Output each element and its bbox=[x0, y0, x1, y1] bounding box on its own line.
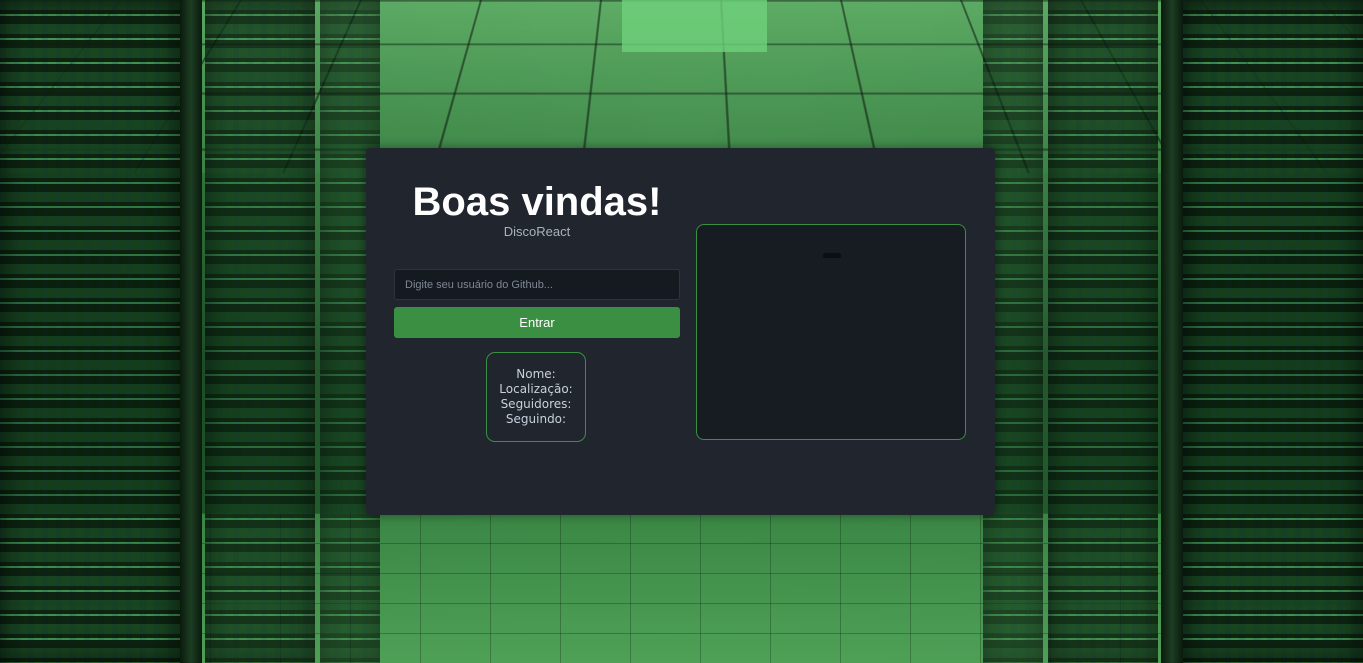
server-rack-left bbox=[0, 0, 180, 663]
user-info-box: Nome: Localização: Seguidores: Seguindo: bbox=[486, 352, 586, 442]
loading-indicator bbox=[823, 253, 841, 258]
app-subtitle: DiscoReact bbox=[503, 224, 571, 239]
name-label: Nome: bbox=[516, 367, 556, 381]
enter-button[interactable]: Entrar bbox=[394, 307, 680, 338]
followers-label: Seguidores: bbox=[500, 397, 572, 411]
repositories-panel[interactable] bbox=[696, 224, 966, 440]
location-label: Localização: bbox=[499, 382, 573, 396]
rack-edge-left bbox=[180, 0, 202, 663]
page-title: Boas vindas! bbox=[412, 180, 662, 224]
following-label: Seguindo: bbox=[505, 412, 567, 426]
github-username-input[interactable] bbox=[394, 269, 680, 300]
server-rack-right bbox=[1183, 0, 1363, 663]
ceiling-light-decoration bbox=[622, 0, 767, 52]
rack-edge-right bbox=[1161, 0, 1183, 663]
server-rack-right-mid bbox=[1048, 0, 1158, 663]
server-rack-left-mid bbox=[205, 0, 315, 663]
login-card: Boas vindas! DiscoReact Entrar Nome: Loc… bbox=[366, 148, 995, 515]
